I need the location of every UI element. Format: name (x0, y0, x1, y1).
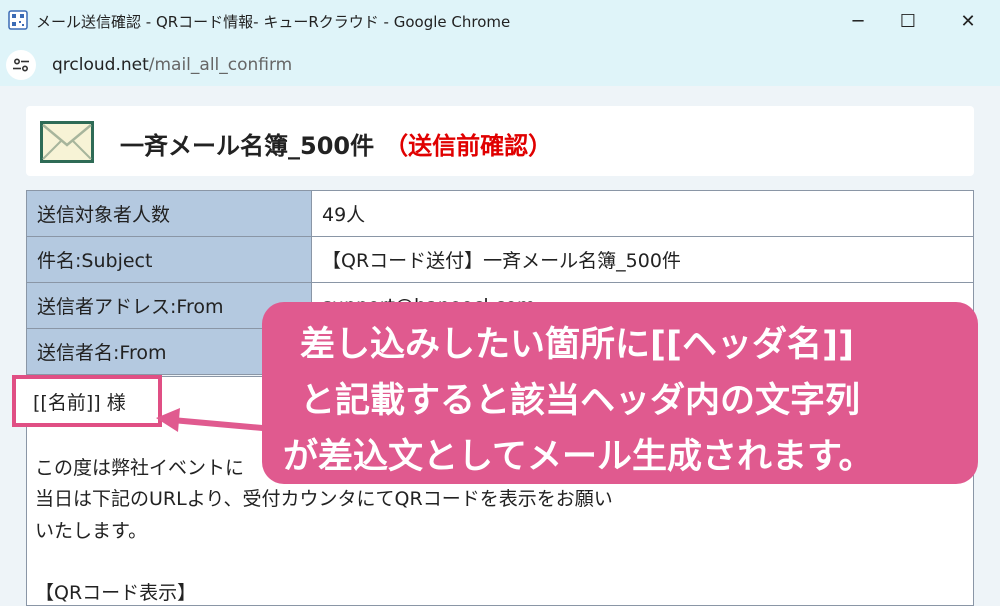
body-line: 当日は下記のURLより、受付カウンタにてQRコードを表示をお願い (35, 488, 613, 510)
url-field[interactable]: qrcloud.net/mail_all_confirm (52, 55, 292, 75)
minimize-button[interactable]: ─ (830, 0, 886, 42)
url-host: qrcloud.net (52, 55, 149, 75)
salutation-text: [[名前]] 様 (33, 392, 126, 414)
qr-app-icon (8, 10, 28, 30)
table-row: 件名:Subject 【QRコード送付】一斉メール名簿_500件 (26, 236, 974, 283)
site-info-button[interactable] (6, 50, 36, 80)
table-row: 送信対象者人数 49人 (26, 190, 974, 237)
maximize-button[interactable]: ☐ (880, 0, 936, 42)
close-button[interactable]: ✕ (940, 0, 996, 42)
row-label: 送信対象者人数 (26, 190, 312, 237)
callout-line: 差し込みしたい箇所に[[ヘッダ名]] (300, 325, 854, 365)
window-title: メール送信確認 - QRコード情報- キューRクラウド - Google Chr… (36, 13, 511, 31)
callout-line: が差込文としてメール生成されます。 (283, 437, 874, 477)
page-title: 一斉メール名簿_500件 （送信前確認） (120, 126, 552, 161)
body-line: いたします。 (35, 520, 148, 542)
mail-envelope-icon (40, 121, 94, 163)
title-text: 一斉メール名簿_500件 (120, 132, 375, 160)
callout-line: と記載すると該当ヘッダ内の文字列 (300, 381, 861, 421)
row-value: 【QRコード送付】一斉メール名簿_500件 (311, 236, 974, 283)
row-value: 49人 (311, 190, 974, 237)
body-line: 【QRコード表示】 (35, 582, 197, 604)
status-label: （送信前確認） (384, 132, 553, 160)
url-path: /mail_all_confirm (148, 55, 293, 75)
tune-icon (13, 58, 29, 72)
row-label: 件名:Subject (26, 236, 312, 283)
